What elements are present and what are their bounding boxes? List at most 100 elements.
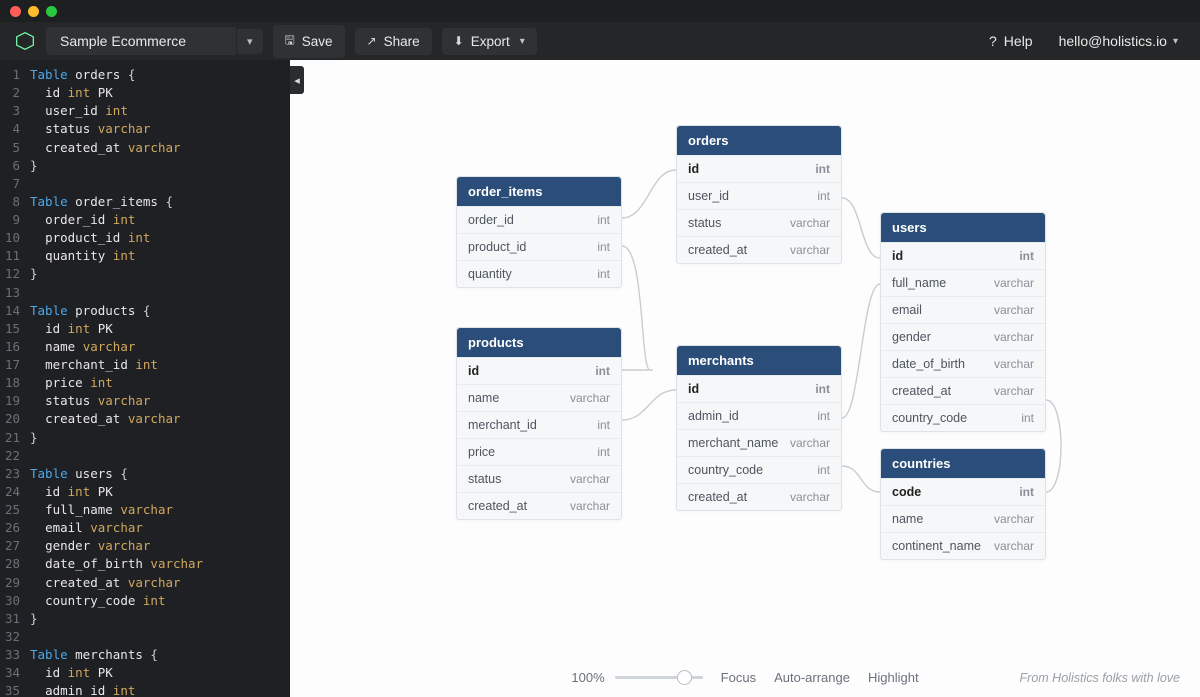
table-column[interactable]: date_of_birthvarchar	[881, 350, 1045, 377]
code-line[interactable]: 6}	[4, 157, 282, 175]
code-line[interactable]: 11 quantity int	[4, 247, 282, 265]
close-window-icon[interactable]	[10, 6, 21, 17]
table-header[interactable]: users	[881, 213, 1045, 242]
code-line[interactable]: 24 id int PK	[4, 483, 282, 501]
column-name: admin_id	[688, 409, 739, 423]
table-header[interactable]: order_items	[457, 177, 621, 206]
code-line[interactable]: 34 id int PK	[4, 664, 282, 682]
project-selector[interactable]: Sample Ecommerce ▾	[46, 27, 263, 55]
code-line[interactable]: 5 created_at varchar	[4, 139, 282, 157]
table-column[interactable]: statusvarchar	[677, 209, 841, 236]
table-countries[interactable]: countriescodeintnamevarcharcontinent_nam…	[880, 448, 1046, 560]
code-line[interactable]: 30 country_code int	[4, 592, 282, 610]
collapse-editor-button[interactable]: ◂	[290, 66, 304, 94]
table-column[interactable]: created_atvarchar	[881, 377, 1045, 404]
table-header[interactable]: products	[457, 328, 621, 357]
code-line[interactable]: 29 created_at varchar	[4, 574, 282, 592]
line-number: 29	[4, 574, 30, 592]
table-column[interactable]: namevarchar	[457, 384, 621, 411]
chevron-down-icon[interactable]: ▾	[237, 29, 263, 54]
code-line[interactable]: 12}	[4, 265, 282, 283]
code-line[interactable]: 26 email varchar	[4, 519, 282, 537]
code-line[interactable]: 9 order_id int	[4, 211, 282, 229]
export-button[interactable]: ⬇ Export ▾	[442, 28, 537, 55]
code-line[interactable]: 33Table merchants {	[4, 646, 282, 664]
code-line[interactable]: 16 name varchar	[4, 338, 282, 356]
table-column[interactable]: user_idint	[677, 182, 841, 209]
code-line[interactable]: 1Table orders {	[4, 66, 282, 84]
table-column[interactable]: codeint	[881, 478, 1045, 505]
code-line[interactable]: 7	[4, 175, 282, 193]
table-column[interactable]: namevarchar	[881, 505, 1045, 532]
code-line[interactable]: 13	[4, 284, 282, 302]
code-editor[interactable]: 1Table orders {2 id int PK3 user_id int4…	[0, 60, 290, 697]
code-line[interactable]: 14Table products {	[4, 302, 282, 320]
table-column[interactable]: created_atvarchar	[677, 483, 841, 510]
table-column[interactable]: country_codeint	[881, 404, 1045, 431]
line-number: 12	[4, 265, 30, 283]
table-column[interactable]: full_namevarchar	[881, 269, 1045, 296]
user-menu[interactable]: hello@holistics.io ▾	[1051, 29, 1186, 53]
table-column[interactable]: created_atvarchar	[457, 492, 621, 519]
slider-knob[interactable]	[677, 670, 692, 685]
table-column[interactable]: idint	[457, 357, 621, 384]
table-column[interactable]: idint	[677, 155, 841, 182]
table-column[interactable]: idint	[881, 242, 1045, 269]
auto-arrange-button[interactable]: Auto-arrange	[774, 670, 850, 685]
code-line[interactable]: 15 id int PK	[4, 320, 282, 338]
save-button[interactable]: 🖫 Save	[273, 25, 345, 58]
code-line[interactable]: 19 status varchar	[4, 392, 282, 410]
table-column[interactable]: gendervarchar	[881, 323, 1045, 350]
code-line[interactable]: 25 full_name varchar	[4, 501, 282, 519]
table-column[interactable]: merchant_idint	[457, 411, 621, 438]
code-line[interactable]: 4 status varchar	[4, 120, 282, 138]
code-line[interactable]: 21}	[4, 429, 282, 447]
code-line[interactable]: 3 user_id int	[4, 102, 282, 120]
table-column[interactable]: created_atvarchar	[677, 236, 841, 263]
zoom-control[interactable]: 100%	[571, 670, 702, 685]
code-line[interactable]: 35 admin_id int	[4, 682, 282, 697]
maximize-window-icon[interactable]	[46, 6, 57, 17]
table-column[interactable]: statusvarchar	[457, 465, 621, 492]
table-column[interactable]: admin_idint	[677, 402, 841, 429]
table-column[interactable]: quantityint	[457, 260, 621, 287]
focus-button[interactable]: Focus	[721, 670, 756, 685]
code-line[interactable]: 22	[4, 447, 282, 465]
code-line[interactable]: 28 date_of_birth varchar	[4, 555, 282, 573]
table-column[interactable]: continent_namevarchar	[881, 532, 1045, 559]
share-button[interactable]: ↗ Share	[355, 28, 432, 55]
table-column[interactable]: priceint	[457, 438, 621, 465]
code-line[interactable]: 18 price int	[4, 374, 282, 392]
code-line[interactable]: 31}	[4, 610, 282, 628]
table-column[interactable]: idint	[677, 375, 841, 402]
table-products[interactable]: productsidintnamevarcharmerchant_idintpr…	[456, 327, 622, 520]
table-order_items[interactable]: order_itemsorder_idintproduct_idintquant…	[456, 176, 622, 288]
code-line[interactable]: 27 gender varchar	[4, 537, 282, 555]
code-line[interactable]: 10 product_id int	[4, 229, 282, 247]
table-orders[interactable]: ordersidintuser_idintstatusvarcharcreate…	[676, 125, 842, 264]
table-column[interactable]: emailvarchar	[881, 296, 1045, 323]
table-column[interactable]: merchant_namevarchar	[677, 429, 841, 456]
table-header[interactable]: merchants	[677, 346, 841, 375]
table-header[interactable]: orders	[677, 126, 841, 155]
code-line[interactable]: 2 id int PK	[4, 84, 282, 102]
table-column[interactable]: order_idint	[457, 206, 621, 233]
table-header[interactable]: countries	[881, 449, 1045, 478]
table-users[interactable]: usersidintfull_namevarcharemailvarcharge…	[880, 212, 1046, 432]
diagram-canvas[interactable]: order_itemsorder_idintproduct_idintquant…	[290, 60, 1200, 697]
project-name[interactable]: Sample Ecommerce	[46, 27, 236, 55]
table-column[interactable]: country_codeint	[677, 456, 841, 483]
help-link[interactable]: ? Help	[981, 29, 1041, 53]
highlight-button[interactable]: Highlight	[868, 670, 919, 685]
line-number: 3	[4, 102, 30, 120]
minimize-window-icon[interactable]	[28, 6, 39, 17]
code-line[interactable]: 23Table users {	[4, 465, 282, 483]
table-column[interactable]: product_idint	[457, 233, 621, 260]
table-merchants[interactable]: merchantsidintadmin_idintmerchant_nameva…	[676, 345, 842, 511]
code-line[interactable]: 17 merchant_id int	[4, 356, 282, 374]
zoom-slider[interactable]	[615, 676, 703, 679]
code-line[interactable]: 8Table order_items {	[4, 193, 282, 211]
code-line[interactable]: 20 created_at varchar	[4, 410, 282, 428]
line-number: 2	[4, 84, 30, 102]
code-line[interactable]: 32	[4, 628, 282, 646]
